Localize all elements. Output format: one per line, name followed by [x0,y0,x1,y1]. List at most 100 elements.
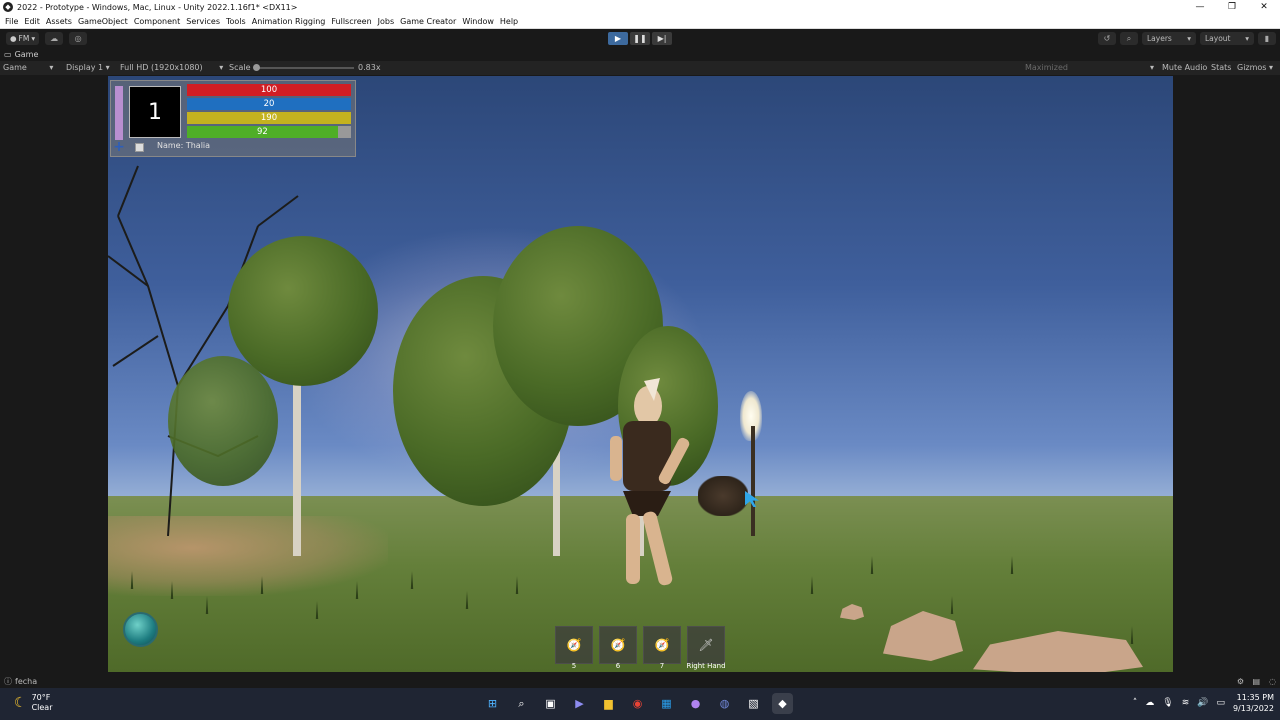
sword-icon: 🗡 [698,638,714,652]
display-dropdown[interactable]: Display 1 ▾ [66,63,110,72]
chrome-icon: ◉ [632,697,643,710]
volume-icon[interactable]: 🔊 [1197,698,1208,708]
start-button[interactable]: ⊞ [482,693,503,714]
history-icon[interactable]: ↺ [1098,32,1116,45]
minimize-button[interactable]: — [1184,0,1216,14]
console-message[interactable]: fecha [15,677,37,686]
layout-dropdown[interactable]: Layout ▾ [1200,32,1254,45]
game-viewport[interactable] [108,76,1173,672]
main-toolbar: ● FM ▾ ☁ ◎ ▶ ❚❚ ▶| ↺ ⌕ Layers ▾ Layout ▾… [0,30,1280,47]
account-dropdown[interactable]: ● FM ▾ [6,32,40,45]
menu-help[interactable]: Help [500,17,518,26]
game-tab-row: ▭ Game [0,48,1280,61]
chevron-down-icon: ▾ [219,63,224,72]
windows-icon: ⊞ [487,697,498,710]
tab-game[interactable]: ▭ Game [4,50,38,59]
game-tab-label: Game [14,50,39,59]
step-button[interactable]: ▶| [652,32,672,45]
view-mode-label: Game [3,63,27,72]
menu-services[interactable]: Services [186,17,220,26]
progress-icon: ◌ [1269,676,1276,686]
close-button[interactable]: ✕ [1248,0,1280,14]
store-button[interactable]: ▦ [656,693,677,714]
resolution-dropdown[interactable]: Full HD (1920x1080) ▾ [120,63,223,72]
microphone-icon[interactable]: 🎙 [1162,698,1173,708]
scale-slider-handle[interactable] [253,64,260,71]
menu-tools[interactable]: Tools [226,17,246,26]
snip-icon: ▧ [748,697,759,710]
pause-button[interactable]: ❚❚ [630,32,650,45]
cloud-icon[interactable]: ☁ [1145,698,1154,708]
gizmos-toggle[interactable]: Gizmos [1237,63,1266,72]
settings-icon[interactable]: ⚙ [1237,677,1244,686]
hotbar-slot[interactable]: 🧭 [643,626,681,664]
collapse-icon[interactable]: ▮ [1258,32,1276,45]
maximized-toggle[interactable]: Maximized [1025,63,1068,72]
menu-animation-rigging[interactable]: Animation Rigging [252,17,326,26]
chevron-down-icon: ▾ [1187,34,1191,43]
battery-icon[interactable]: ▭ [1216,698,1225,708]
collab-icon[interactable]: ◎ [69,32,88,45]
unity-icon: ◆ [778,697,787,710]
menu-window[interactable]: Window [462,17,494,26]
stamina-bar: 190 [187,112,351,124]
chevron-down-icon: ▾ [105,63,110,72]
player-name: Name: Thalia [157,141,211,150]
chevron-down-icon: ▾ [49,63,54,72]
hotbar-slot[interactable]: 🗡 [687,626,725,664]
discord-button[interactable]: ◍ [714,693,735,714]
window-title: 2022 - Prototype - Windows, Mac, Linux -… [17,2,298,12]
chevron-down-icon[interactable]: ▾ [1269,63,1273,72]
layers-dropdown[interactable]: Layers ▾ [1142,32,1196,45]
weather-widget[interactable]: ☾ 70°F Clear [14,693,52,713]
layers-icon[interactable]: ▤ [1252,677,1260,686]
play-button[interactable]: ▶ [608,32,628,45]
wifi-icon[interactable]: ≋ [1182,698,1190,708]
chat-button[interactable]: ▶ [569,693,590,714]
health-bar: 100 [187,84,351,96]
info-icon: ⓘ [4,676,12,686]
chevron-up-icon[interactable]: ˄ [1133,698,1138,708]
stats-toggle[interactable]: Stats [1211,63,1231,72]
window-title-bar: ◆ 2022 - Prototype - Windows, Mac, Linux… [0,0,1280,14]
search-icon[interactable]: ⌕ [1120,32,1138,45]
github-icon: ● [690,697,701,710]
menu-gameobject[interactable]: GameObject [78,17,128,26]
scale-slider-track[interactable] [254,67,354,69]
status-bar: ⓘ fecha ⚙ ▤ ◌ [0,674,1280,688]
mute-audio-toggle[interactable]: Mute Audio [1162,63,1207,72]
clock[interactable]: 11:35 PM 9/13/2022 [1233,692,1274,714]
clock-time: 11:35 PM [1236,693,1274,702]
snip-button[interactable]: ▧ [743,693,764,714]
checkbox-icon [135,143,144,152]
menu-jobs[interactable]: Jobs [378,17,395,26]
cloud-icon[interactable]: ☁ [45,32,64,45]
menu-assets[interactable]: Assets [46,17,72,26]
task-view-button[interactable]: ▣ [540,693,561,714]
game-view-controls: Game ▾ Display 1 ▾ Full HD (1920x1080) ▾… [0,61,1280,75]
menu-component[interactable]: Component [134,17,180,26]
add-icon[interactable]: + [113,140,125,154]
chevron-down-icon[interactable]: ▾ [1150,63,1154,72]
menu-game-creator[interactable]: Game Creator [400,17,456,26]
maximize-button[interactable]: ❐ [1216,0,1248,14]
resolution-label: Full HD (1920x1080) [120,63,203,72]
temperature: 70°F [31,693,51,702]
github-button[interactable]: ● [685,693,706,714]
enemy-character [698,476,748,516]
file-explorer-button[interactable]: ▆ [598,693,619,714]
view-mode-dropdown[interactable]: Game ▾ [3,63,53,72]
ability-orb [123,612,158,647]
hotbar-slot[interactable]: 🧭 [599,626,637,664]
scale-label: Scale [229,63,251,72]
menu-edit[interactable]: Edit [24,17,40,26]
experience-bar: 92 [187,126,338,138]
search-button[interactable]: ⌕ [511,693,532,714]
account-label: FM [18,34,30,43]
clock-date: 9/13/2022 [1232,704,1274,713]
unity-button[interactable]: ◆ [772,693,793,714]
menu-fullscreen[interactable]: Fullscreen [331,17,371,26]
hotbar-slot[interactable]: 🧭 [555,626,593,664]
chrome-button[interactable]: ◉ [627,693,648,714]
menu-file[interactable]: File [5,17,18,26]
